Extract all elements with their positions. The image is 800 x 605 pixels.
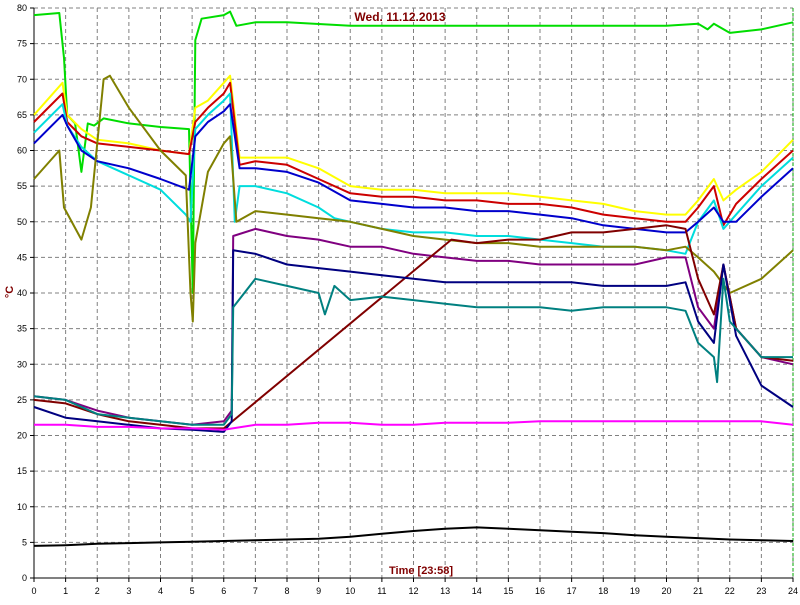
y-tick-label: 55: [17, 181, 27, 191]
y-tick-label: 65: [17, 110, 27, 120]
y-tick-label: 20: [17, 431, 27, 441]
x-tick-label: 4: [158, 586, 163, 596]
x-tick-label: 7: [253, 586, 258, 596]
y-tick-label: 60: [17, 146, 27, 156]
y-tick-label: 50: [17, 217, 27, 227]
x-tick-label: 1: [63, 586, 68, 596]
y-tick-label: 75: [17, 39, 27, 49]
y-tick-label: 15: [17, 466, 27, 476]
x-tick-label: 14: [472, 586, 482, 596]
y-tick-label: 70: [17, 74, 27, 84]
x-tick-label: 21: [693, 586, 703, 596]
x-tick-label: 17: [567, 586, 577, 596]
chart-title: Wed. 11.12.2013: [354, 10, 446, 24]
y-tick-label: 10: [17, 502, 27, 512]
x-tick-label: 18: [598, 586, 608, 596]
chart-svg: 0 1 2 3 4 5 6 7 8 9 10 11 12 13 14 15 16 17 18 19 20 21 22 23 24…: [4, 3, 798, 596]
x-tick-label: 24: [788, 586, 798, 596]
x-tick-label: 12: [408, 586, 418, 596]
y-tick-label: 45: [17, 252, 27, 262]
y-tick-label: 0: [22, 573, 27, 583]
x-tick-label: 20: [661, 586, 671, 596]
x-tick-label: 22: [725, 586, 735, 596]
x-tick-label: 15: [503, 586, 513, 596]
x-tick-label: 16: [535, 586, 545, 596]
x-tick-label: 5: [190, 586, 195, 596]
y-tick-label: 30: [17, 359, 27, 369]
x-tick-label: 6: [221, 586, 226, 596]
x-axis-label: Time [23:58]: [389, 565, 453, 577]
grid: [34, 7, 794, 578]
y-axis-label: °C: [4, 286, 16, 298]
y-tick-label: 25: [17, 395, 27, 405]
x-tick-label: 9: [316, 586, 321, 596]
x-tick-label: 13: [440, 586, 450, 596]
y-tick-label: 40: [17, 288, 27, 298]
x-tick-label: 10: [345, 586, 355, 596]
x-tick-label: 8: [284, 586, 289, 596]
x-tick-label: 0: [31, 586, 36, 596]
y-tick-label: 5: [22, 537, 27, 547]
y-tick-label: 80: [17, 3, 27, 13]
x-tick-label: 19: [630, 586, 640, 596]
temperature-chart: 0 1 2 3 4 5 6 7 8 9 10 11 12 13 14 15 16 17 18 19 20 21 22 23 24…: [0, 0, 800, 600]
x-tick-label: 11: [377, 586, 386, 596]
x-tick-label: 23: [756, 586, 766, 596]
x-tick-label: 2: [95, 586, 100, 596]
x-tick-label: 3: [126, 586, 131, 596]
y-tick-label: 35: [17, 324, 27, 334]
